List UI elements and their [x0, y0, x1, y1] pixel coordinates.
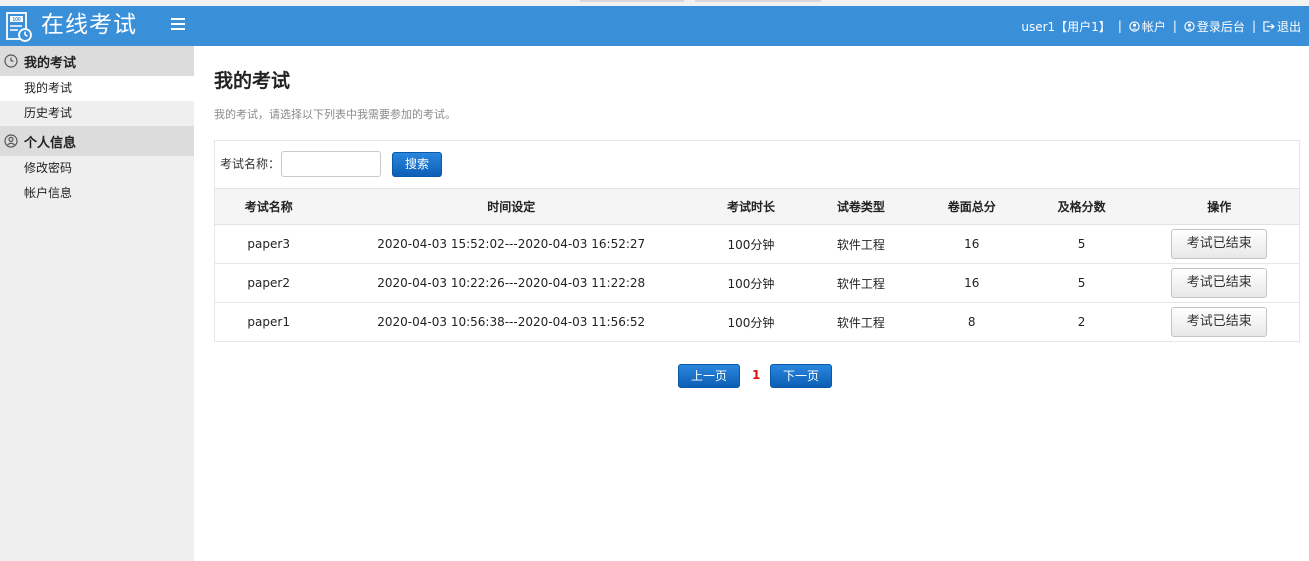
table-row: paper1 2020-04-03 10:56:38---2020-04-03 …: [214, 302, 1300, 342]
current-page-number[interactable]: 1: [752, 368, 760, 382]
pass-score-cell: 5: [1023, 224, 1140, 264]
sidebar-group-label: 个人信息: [24, 135, 77, 151]
header-user-links: user1【用户1】 | 帐户 | 登录后台 | 退出: [1021, 6, 1301, 46]
user-circle-icon: [4, 134, 18, 148]
sidebar-item-change-password[interactable]: 修改密码: [0, 156, 194, 181]
exam-ended-button[interactable]: 考试已结束: [1171, 268, 1268, 298]
total-score-cell: 16: [919, 263, 1024, 303]
admin-login-link[interactable]: 登录后台: [1184, 18, 1245, 35]
column-header: 时间设定: [322, 188, 701, 225]
column-header: 考试时长: [700, 188, 802, 225]
separator: |: [1172, 19, 1177, 33]
sidebar-item-my-exams[interactable]: 我的考试: [0, 76, 194, 101]
exam-ended-button[interactable]: 考试已结束: [1171, 307, 1268, 337]
column-header: 操作: [1139, 188, 1300, 225]
clock-icon: [4, 54, 18, 68]
svg-text:100: 100: [12, 17, 21, 23]
paper-type-cell: 软件工程: [801, 263, 920, 303]
sidebar-group-label: 我的考试: [24, 55, 77, 71]
total-score-cell: 8: [919, 302, 1024, 342]
sidebar-item-account-info[interactable]: 帐户信息: [0, 181, 194, 206]
exam-name-cell: paper3: [214, 224, 323, 264]
tab-ghost: [695, 0, 821, 2]
next-page-button[interactable]: 下一页: [770, 364, 832, 388]
duration-cell: 100分钟: [700, 302, 802, 342]
page-description: 我的考试，请选择以下列表中我需要参加的考试。: [214, 108, 456, 121]
action-cell: 考试已结束: [1139, 302, 1300, 342]
column-header: 考试名称: [214, 188, 323, 225]
table-header-row: 考试名称 时间设定 考试时长 试卷类型 卷面总分 及格分数 操作: [214, 188, 1300, 225]
exam-name-cell: paper1: [214, 302, 323, 342]
column-header: 试卷类型: [801, 188, 920, 225]
tab-ghost: [580, 0, 684, 2]
total-score-cell: 16: [919, 224, 1024, 264]
page-title: 我的考试: [214, 70, 291, 92]
sidebar-item-history-exams[interactable]: 历史考试: [0, 101, 194, 126]
logout-label: 退出: [1276, 19, 1301, 34]
user-name: user1【用户1】: [1021, 19, 1111, 34]
search-label: 考试名称：: [220, 157, 281, 171]
column-header: 卷面总分: [919, 188, 1024, 225]
table-row: paper3 2020-04-03 15:52:02---2020-04-03 …: [214, 224, 1300, 264]
logout-icon: [1263, 20, 1275, 32]
exam-logo-icon: 100: [6, 12, 32, 42]
prev-page-button[interactable]: 上一页: [678, 364, 740, 388]
pagination: 上一页 1 下一页: [214, 363, 1300, 389]
paper-type-cell: 软件工程: [801, 224, 920, 264]
sidebar: 我的考试 我的考试 历史考试 个人信息 修改密码 帐户信息: [0, 46, 194, 561]
exam-name-search-input[interactable]: [281, 151, 381, 177]
logout-link[interactable]: 退出: [1263, 18, 1301, 35]
time-cell: 2020-04-03 10:56:38---2020-04-03 11:56:5…: [322, 302, 701, 342]
separator: |: [1251, 19, 1256, 33]
account-label: 帐户: [1141, 19, 1166, 34]
table-row: paper2 2020-04-03 10:22:26---2020-04-03 …: [214, 263, 1300, 303]
separator: |: [1117, 19, 1122, 33]
exam-name-cell: paper2: [214, 263, 323, 303]
duration-cell: 100分钟: [700, 224, 802, 264]
pass-score-cell: 2: [1023, 302, 1140, 342]
sidebar-group-personal-info[interactable]: 个人信息: [0, 126, 194, 156]
search-bar: 考试名称： 搜索: [214, 140, 1300, 188]
search-button[interactable]: 搜索: [392, 152, 442, 177]
duration-cell: 100分钟: [700, 263, 802, 303]
app-title: 在线考试: [41, 12, 137, 38]
exam-table: 考试名称 时间设定 考试时长 试卷类型 卷面总分 及格分数 操作 paper3 …: [214, 188, 1300, 342]
action-cell: 考试已结束: [1139, 263, 1300, 303]
account-icon: [1129, 20, 1140, 32]
action-cell: 考试已结束: [1139, 224, 1300, 264]
exam-ended-button[interactable]: 考试已结束: [1171, 229, 1268, 259]
account-link[interactable]: 帐户: [1129, 18, 1166, 35]
column-header: 及格分数: [1023, 188, 1140, 225]
top-header: 100 在线考试 user1【用户1】 | 帐户 | 登录后台 | 退出: [0, 6, 1309, 46]
sidebar-group-my-exams[interactable]: 我的考试: [0, 46, 194, 76]
admin-user-icon: [1184, 20, 1195, 32]
menu-toggle-icon[interactable]: [171, 18, 185, 32]
admin-login-label: 登录后台: [1196, 19, 1245, 34]
paper-type-cell: 软件工程: [801, 302, 920, 342]
pass-score-cell: 5: [1023, 263, 1140, 303]
time-cell: 2020-04-03 15:52:02---2020-04-03 16:52:2…: [322, 224, 701, 264]
time-cell: 2020-04-03 10:22:26---2020-04-03 11:22:2…: [322, 263, 701, 303]
